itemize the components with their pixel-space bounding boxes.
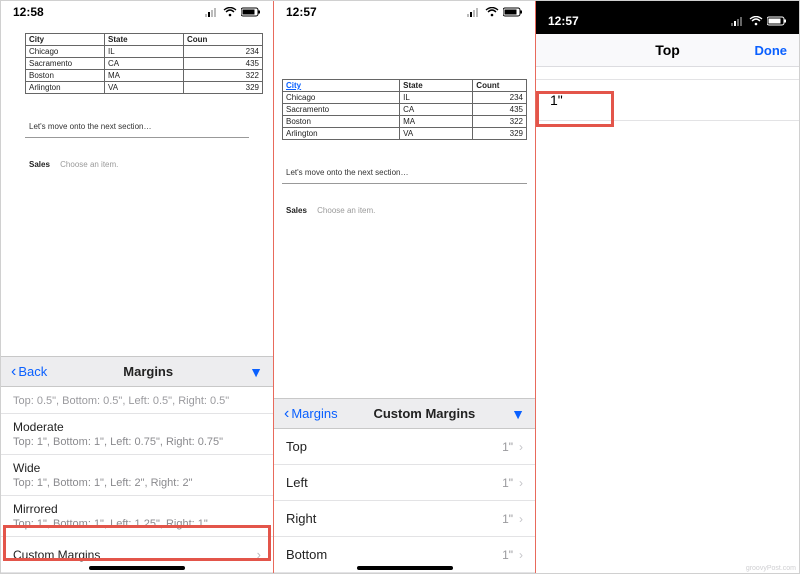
- clock: 12:57: [286, 5, 317, 19]
- cellular-icon: [467, 7, 481, 17]
- th-city: City: [283, 80, 400, 92]
- data-table: City State Coun ChicagoIL234 SacramentoC…: [25, 27, 263, 94]
- body-text: Let's move onto the next section…: [29, 122, 263, 131]
- margin-right-row[interactable]: Right 1"›: [274, 501, 535, 537]
- wifi-icon: [749, 16, 763, 26]
- chevron-right-icon: ›: [519, 440, 523, 454]
- divider: [282, 183, 527, 184]
- margin-option-moderate[interactable]: Moderate Top: 1", Bottom: 1", Left: 0.75…: [1, 414, 273, 455]
- battery-icon: [503, 7, 523, 17]
- chevron-right-icon: ›: [257, 547, 261, 562]
- status-icons: [467, 7, 523, 17]
- screenshot-top-value: 12:57 Top Done 1": [536, 1, 799, 573]
- cellular-icon: [731, 16, 745, 26]
- chevron-left-icon: ‹: [284, 406, 289, 422]
- divider: [25, 137, 249, 138]
- th-count: Coun: [184, 33, 263, 45]
- watermark: groovyPost.com: [746, 565, 796, 572]
- table-row: ArlingtonVA329: [26, 81, 263, 93]
- table-row: ChicagoIL234: [26, 45, 263, 57]
- dropdown-icon[interactable]: ▼: [249, 364, 263, 380]
- sales-label: Sales: [29, 160, 50, 169]
- chevron-left-icon: ‹: [11, 364, 16, 380]
- th-state: State: [105, 33, 184, 45]
- sheet-title: Margins: [123, 364, 173, 379]
- custom-margins-sheet: ‹ Margins Custom Margins ▼ Top 1"› Left …: [274, 398, 535, 573]
- nav-bar: Top Done: [536, 34, 799, 67]
- clock: 12:57: [548, 14, 579, 28]
- table-row: BostonMA322: [283, 116, 527, 128]
- chevron-right-icon: ›: [519, 476, 523, 490]
- document-preview: City State Count ChicagoIL234 Sacramento…: [274, 19, 535, 215]
- back-button[interactable]: ‹ Margins: [284, 406, 338, 422]
- document-preview: City State Coun ChicagoIL234 SacramentoC…: [1, 19, 273, 169]
- value-input[interactable]: 1": [536, 79, 799, 121]
- th-city: City: [26, 33, 105, 45]
- home-indicator[interactable]: [357, 566, 453, 570]
- margin-top-row[interactable]: Top 1"›: [274, 429, 535, 465]
- status-icons: [731, 16, 787, 26]
- table-row: SacramentoCA435: [26, 57, 263, 69]
- margin-option-mirrored[interactable]: Mirrored Top: 1", Bottom: 1", Left: 1.25…: [1, 496, 273, 537]
- home-indicator[interactable]: [89, 566, 185, 570]
- sales-label: Sales: [286, 206, 307, 215]
- done-button[interactable]: Done: [755, 43, 788, 58]
- sheet-title: Custom Margins: [373, 406, 475, 421]
- th-count: Count: [473, 80, 527, 92]
- table-row: BostonMA322: [26, 69, 263, 81]
- nav-title: Top: [655, 42, 680, 58]
- table-row: SacramentoCA435: [283, 104, 527, 116]
- table-row: ArlingtonVA329: [283, 128, 527, 140]
- clock: 12:58: [13, 5, 44, 19]
- th-state: State: [400, 80, 473, 92]
- battery-icon: [241, 7, 261, 17]
- screenshot-margins-list: 12:58 City State Coun ChicagoIL234 Sacra…: [1, 1, 274, 573]
- margin-left-row[interactable]: Left 1"›: [274, 465, 535, 501]
- screenshot-custom-margins: 12:57 City State Count ChicagoIL234 Sacr…: [274, 1, 536, 573]
- data-table: City State Count ChicagoIL234 Sacramento…: [282, 79, 527, 140]
- status-bar: 12:58: [1, 1, 273, 19]
- body-text: Let's move onto the next section…: [286, 168, 527, 177]
- status-icons: [205, 7, 261, 17]
- status-bar: 12:57: [536, 1, 799, 34]
- dropdown-icon[interactable]: ▼: [511, 406, 525, 422]
- margins-sheet: ‹ Back Margins ▼ Top: 0.5", Bottom: 0.5"…: [1, 356, 273, 573]
- wifi-icon: [223, 7, 237, 17]
- battery-icon: [767, 16, 787, 26]
- margin-option-wide[interactable]: Wide Top: 1", Bottom: 1", Left: 2", Righ…: [1, 455, 273, 496]
- chevron-right-icon: ›: [519, 512, 523, 526]
- cellular-icon: [205, 7, 219, 17]
- wifi-icon: [485, 7, 499, 17]
- margin-option-truncated[interactable]: Top: 0.5", Bottom: 0.5", Left: 0.5", Rig…: [1, 387, 273, 414]
- chevron-right-icon: ›: [519, 548, 523, 562]
- table-row: ChicagoIL234: [283, 92, 527, 104]
- status-bar: 12:57: [274, 1, 535, 19]
- back-button[interactable]: ‹ Back: [11, 364, 47, 380]
- sales-dropdown[interactable]: Choose an item.: [317, 206, 375, 215]
- sales-dropdown[interactable]: Choose an item.: [60, 160, 118, 169]
